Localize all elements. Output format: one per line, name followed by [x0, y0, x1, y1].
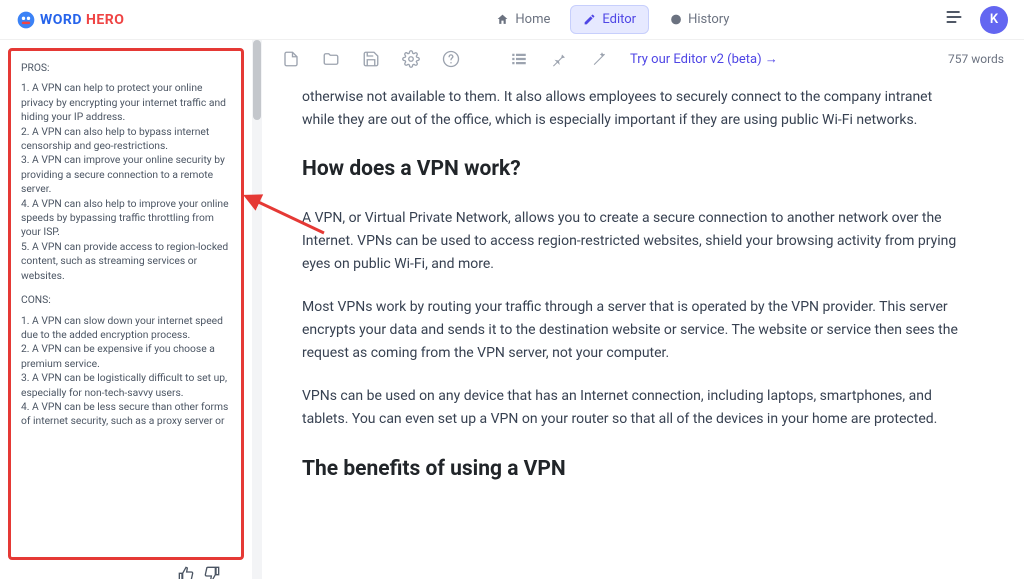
save-icon[interactable]: [362, 50, 380, 68]
pencil-icon: [583, 13, 596, 26]
top-nav: Home Editor History: [484, 5, 741, 34]
heading: How does a VPN work?: [302, 152, 964, 187]
word-count: 757 words: [948, 52, 1004, 66]
home-icon: [496, 13, 509, 26]
gear-icon[interactable]: [402, 50, 420, 68]
pros-item: 5. A VPN can provide access to region-lo…: [21, 240, 231, 283]
cons-item: 1. A VPN can slow down your internet spe…: [21, 314, 231, 343]
app-header: WORDHERO Home Editor History K: [0, 0, 1024, 40]
cons-label: CONS:: [21, 293, 231, 307]
nav-home[interactable]: Home: [484, 6, 562, 33]
help-icon[interactable]: [442, 50, 460, 68]
try-editor-link[interactable]: Try our Editor v2 (beta) →: [630, 51, 778, 67]
cons-item: 4. A VPN can be less secure than other f…: [21, 400, 231, 429]
logo-icon: [16, 10, 36, 30]
nav-history-label: History: [688, 12, 729, 27]
sidebar-scrollbar[interactable]: [252, 40, 262, 579]
feedback-row: [8, 560, 244, 579]
nav-editor[interactable]: Editor: [570, 5, 649, 34]
open-folder-icon[interactable]: [322, 50, 340, 68]
history-icon: [669, 13, 682, 26]
wand-icon[interactable]: [590, 50, 608, 68]
scrollbar-thumb[interactable]: [253, 40, 261, 120]
paragraph: VPNs can be used on any device that has …: [302, 385, 964, 431]
pros-item: 4. A VPN can also help to improve your o…: [21, 197, 231, 240]
pros-item: 2. A VPN can also help to bypass interne…: [21, 125, 231, 154]
avatar[interactable]: K: [980, 6, 1008, 34]
pin-icon[interactable]: [550, 50, 568, 68]
cons-item: 3. A VPN can be logistically difficult t…: [21, 371, 231, 400]
main-panel: Try our Editor v2 (beta) → 757 words oth…: [262, 40, 1024, 579]
pros-item: 1. A VPN can help to protect your online…: [21, 81, 231, 124]
nav-history[interactable]: History: [657, 6, 741, 33]
cons-item: 2. A VPN can be expensive if you choose …: [21, 342, 231, 371]
thumbs-down-icon[interactable]: [204, 566, 220, 579]
pros-item: 3. A VPN can improve your online securit…: [21, 153, 231, 196]
editor-content[interactable]: otherwise not available to them. It also…: [262, 78, 1024, 579]
logo-word: WORD: [40, 12, 82, 28]
thumbs-up-icon[interactable]: [178, 566, 194, 579]
sidebar: PROS: 1. A VPN can help to protect your …: [0, 40, 252, 579]
logo-hero: HERO: [86, 12, 124, 28]
pros-label: PROS:: [21, 61, 231, 75]
nav-editor-label: Editor: [602, 12, 636, 27]
paragraph: otherwise not available to them. It also…: [302, 86, 964, 132]
editor-toolbar: Try our Editor v2 (beta) → 757 words: [262, 40, 1024, 78]
paragraph: A VPN, or Virtual Private Network, allow…: [302, 207, 964, 276]
hamburger-icon[interactable]: [944, 7, 964, 32]
generated-output-box: PROS: 1. A VPN can help to protect your …: [8, 48, 244, 560]
nav-home-label: Home: [515, 12, 550, 27]
heading: The benefits of using a VPN: [302, 452, 964, 487]
list-icon[interactable]: [510, 50, 528, 68]
new-file-icon[interactable]: [282, 50, 300, 68]
logo[interactable]: WORDHERO: [16, 10, 124, 30]
paragraph: Most VPNs work by routing your traffic t…: [302, 296, 964, 365]
